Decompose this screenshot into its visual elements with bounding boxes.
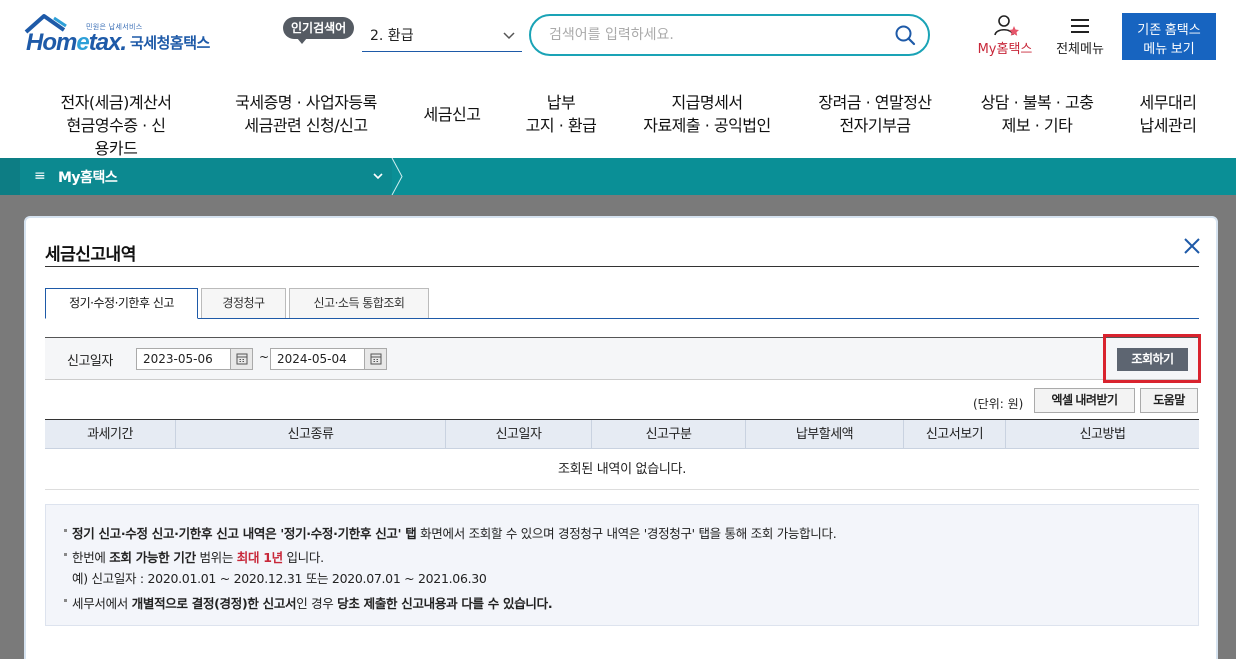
gnb-item-tax-return[interactable]: 세금신고 (414, 103, 490, 126)
date-to-field[interactable]: 2024-05-04 (270, 348, 387, 370)
date-filter-label: 신고일자 (67, 354, 113, 369)
old-hometax-menu-button[interactable]: 기존 홈택스 메뉴 보기 (1122, 13, 1216, 60)
gnb-item-incentive[interactable]: 장려금 · 연말정산 전자기부금 (810, 91, 940, 137)
site-header: 민원은 납세서비스 Hometax. 국세청홈택스 인기검색어 2. 환급 My… (0, 0, 1236, 75)
search-filter: 신고일자 2023-05-06 ~ 2024-05-04 조회하기 (45, 334, 1201, 383)
close-icon[interactable] (1181, 235, 1203, 257)
empty-result-row: 조회된 내역이 없습니다. (45, 449, 1199, 490)
unit-label: (단위: 원) (973, 397, 1024, 411)
logo-wordmark: Hometax. (26, 29, 127, 56)
tax-return-history-modal: 세금신고내역 정기·수정·기한후 신고 경정청구 신고·소득 통합조회 신고일자… (24, 216, 1218, 659)
popular-search-value: 2. 환급 (370, 28, 414, 44)
my-hometax-label: My홈택스 (977, 42, 1033, 57)
date-from-field[interactable]: 2023-05-06 (136, 348, 253, 370)
calendar-icon[interactable] (364, 349, 386, 369)
notice-line: 정기 신고·수정 신고·기한후 신고 내역은 '정기·수정·기한후 신고' 탭 … (64, 523, 837, 542)
column-header: 신고방법 (1079, 427, 1126, 442)
notice-box: 정기 신고·수정 신고·기한후 신고 내역은 '정기·수정·기한후 신고' 탭 … (45, 504, 1199, 626)
column-header: 신고일자 (446, 420, 592, 449)
search-icon[interactable] (894, 24, 916, 46)
my-hometax-link[interactable]: My홈택스 (970, 14, 1040, 58)
date-range-separator: ~ (259, 350, 270, 364)
column-header: 신고구분 (592, 420, 746, 449)
divider (45, 266, 1199, 267)
help-button[interactable]: 도움말 (1140, 388, 1198, 413)
calendar-icon[interactable] (230, 349, 252, 369)
breadcrumb-item-my-hometax[interactable]: ≡ My홈택스 (20, 158, 392, 195)
gnb-item-certificates[interactable]: 국세증명 · 사업자등록 세금관련 신청/신고 (228, 91, 384, 137)
column-header: 납부할세액 (746, 420, 904, 449)
notice-line: 세무서에서 개별적으로 결정(경정)한 신고서인 경우 당초 제출한 신고내용과… (64, 593, 553, 612)
search-box (529, 14, 930, 56)
search-button[interactable]: 조회하기 (1117, 348, 1188, 371)
gnb-item-payment-statement[interactable]: 지급명세서 자료제출 · 공익법인 (636, 91, 778, 137)
notice-line: 한번에 조회 가능한 기간 범위는 최대 1년 입니다. (64, 547, 324, 566)
all-menu-label: 전체메뉴 (1056, 42, 1104, 57)
tabs-underline (45, 318, 1199, 319)
hamburger-icon (1071, 19, 1089, 33)
gnb-item-e-invoice[interactable]: 전자(세금)계산서 현금영수증 · 신용카드 (60, 91, 172, 160)
tab-regular-return[interactable]: 정기·수정·기한후 신고 (45, 288, 198, 319)
global-nav: 전자(세금)계산서 현금영수증 · 신용카드 국세증명 · 사업자등록 세금관련 신… (0, 75, 1236, 158)
gnb-item-consultation[interactable]: 상담 · 불복 · 고충 제보 · 기타 (972, 91, 1102, 137)
chevron-down-icon (502, 20, 516, 64)
breadcrumb: ≡ My홈택스 (0, 158, 1236, 195)
column-header: 과세기간 (45, 420, 176, 449)
tab-integrated-inquiry[interactable]: 신고·소득 통합조회 (289, 288, 429, 318)
notice-example: 예) 신고일자 : 2020.01.01 ~ 2020.12.31 또는 202… (72, 571, 487, 586)
hometax-logo[interactable]: 민원은 납세서비스 Hometax. 국세청홈택스 (24, 12, 224, 58)
search-input[interactable] (549, 24, 879, 46)
gnb-item-tax-agent[interactable]: 세무대리 납세관리 (1130, 91, 1206, 137)
column-header: 신고서보기 (904, 420, 1006, 449)
gnb-item-payment[interactable]: 납부 고지 · 환급 (518, 91, 604, 137)
logo-korean-name: 국세청홈택스 (130, 34, 210, 52)
modal-title: 세금신고내역 (45, 245, 136, 265)
all-menu-button[interactable]: 전체메뉴 (1050, 14, 1110, 58)
column-header: 신고종류 (176, 420, 446, 449)
menu-icon: ≡ (34, 168, 46, 184)
popular-search-badge: 인기검색어 (283, 17, 355, 44)
table-header: 과세기간 신고종류 신고일자 신고구분 납부할세액 신고서보기 신고방법 (45, 419, 1199, 449)
tab-correction-claim[interactable]: 경정청구 (201, 288, 286, 318)
excel-download-button[interactable]: 엑셀 내려받기 (1034, 388, 1135, 413)
user-star-icon (994, 15, 1019, 36)
breadcrumb-separator (391, 158, 403, 195)
popular-search-select[interactable]: 2. 환급 (362, 20, 522, 52)
chevron-down-icon (372, 167, 384, 188)
